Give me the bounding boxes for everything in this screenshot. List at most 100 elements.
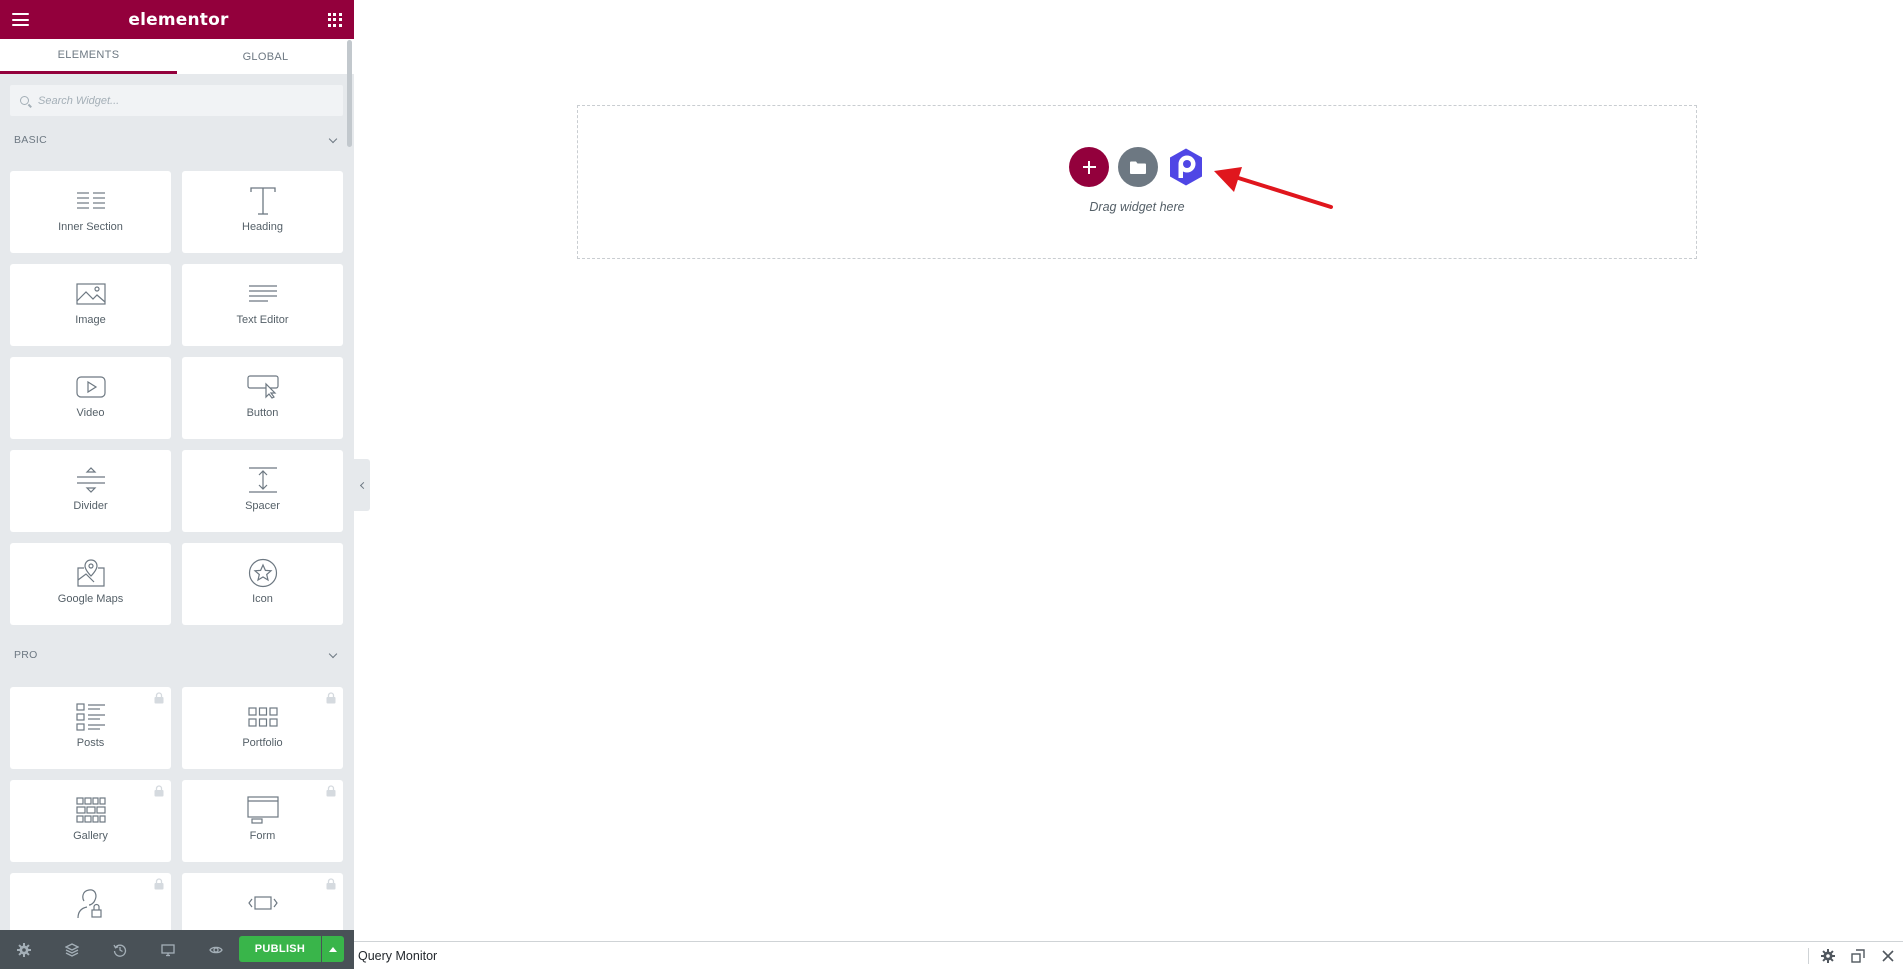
divider-icon (71, 463, 111, 497)
preview-button[interactable] (192, 930, 240, 969)
search-icon (20, 96, 29, 105)
widget-label: Heading (242, 221, 283, 233)
widget-spacer[interactable]: Spacer (182, 450, 343, 532)
query-monitor-close-button[interactable] (1873, 942, 1903, 969)
plugin-logo-icon (1170, 148, 1202, 186)
widget-text-editor[interactable]: Text Editor (182, 264, 343, 346)
menu-icon[interactable] (12, 13, 29, 26)
publish-options-button[interactable] (322, 936, 344, 962)
portfolio-icon (243, 700, 283, 734)
widget-label: Posts (76, 737, 105, 749)
lock-icon (326, 785, 336, 797)
elementor-logo: elementor (128, 9, 229, 30)
inner-section-icon (71, 184, 111, 218)
gear-icon (1821, 948, 1835, 963)
lock-icon (154, 692, 164, 704)
popout-icon (1851, 948, 1865, 963)
category-basic[interactable]: BASIC (14, 134, 340, 146)
drag-widget-hint: Drag widget here (1089, 200, 1185, 214)
lock-icon (326, 692, 336, 704)
responsive-mode-button[interactable] (144, 930, 192, 969)
widget-heading[interactable]: Heading (182, 171, 343, 253)
settings-button[interactable] (0, 930, 48, 969)
tab-elements[interactable]: ELEMENTS (0, 39, 177, 74)
divider (1808, 947, 1809, 964)
search-input[interactable] (38, 94, 328, 107)
button-icon (243, 370, 283, 404)
gallery-icon (71, 793, 111, 827)
category-title: BASIC (14, 134, 48, 146)
preview-icon (209, 946, 223, 953)
add-section-button[interactable] (1069, 147, 1109, 187)
widget-button[interactable]: Button (182, 357, 343, 439)
history-button[interactable] (96, 930, 144, 969)
widget-google-maps[interactable]: Google Maps (10, 543, 171, 625)
collapse-panel-handle[interactable] (354, 459, 370, 511)
widget-video[interactable]: Video (10, 357, 171, 439)
chevron-left-icon (359, 481, 367, 489)
category-pro[interactable]: PRO (14, 649, 340, 661)
navigator-button[interactable] (48, 930, 96, 969)
scrollbar-thumb[interactable] (347, 40, 352, 147)
add-template-button[interactable] (1118, 147, 1158, 187)
widget-posts[interactable]: Posts (10, 687, 171, 769)
lock-icon (154, 878, 164, 890)
widget-label: Google Maps (57, 593, 124, 605)
widget-icon[interactable]: Icon (182, 543, 343, 625)
widget-divider[interactable]: Divider (10, 450, 171, 532)
widgets-grid-icon[interactable] (327, 12, 342, 27)
video-icon (71, 370, 111, 404)
widget-label: Image (75, 314, 106, 326)
star-icon (243, 556, 283, 590)
category-title: PRO (14, 649, 38, 661)
posts-icon (71, 700, 111, 734)
panel-tabs: ELEMENTS GLOBAL (0, 39, 354, 74)
google-maps-icon (71, 556, 111, 590)
widget-gallery[interactable]: Gallery (10, 780, 171, 862)
query-monitor-title: Query Monitor (358, 948, 438, 963)
widget-portfolio[interactable]: Portfolio (182, 687, 343, 769)
widget-label: Portfolio (242, 737, 283, 749)
history-icon (113, 944, 127, 957)
folder-icon (1130, 161, 1146, 174)
widget-form[interactable]: Form (182, 780, 343, 862)
heading-icon (243, 184, 283, 218)
publish-button[interactable]: PUBLISH (239, 936, 321, 962)
text-editor-icon (243, 277, 283, 311)
lock-icon (326, 878, 336, 890)
slides-icon (243, 886, 283, 920)
form-icon (243, 793, 283, 827)
tab-global[interactable]: GLOBAL (177, 39, 354, 74)
widget-label: Icon (252, 593, 273, 605)
close-icon (1882, 949, 1894, 962)
navigator-icon (65, 942, 79, 957)
chevron-down-icon (328, 134, 338, 143)
responsive-mode-icon (161, 943, 175, 956)
widget-label: Form (249, 830, 276, 842)
plugin-library-button[interactable] (1166, 147, 1206, 187)
query-monitor-bar: Query Monitor (354, 941, 1903, 969)
query-monitor-settings-button[interactable] (1813, 942, 1843, 969)
widget-label: Divider (73, 500, 108, 512)
widget-image[interactable]: Image (10, 264, 171, 346)
search-box (10, 85, 343, 116)
widget-label: Spacer (245, 500, 280, 512)
widget-label: Gallery (73, 830, 108, 842)
widget-label: Inner Section (58, 221, 123, 233)
settings-icon (17, 942, 31, 957)
red-arrow-annotation (1214, 167, 1333, 209)
lock-icon (154, 785, 164, 797)
widget-label: Button (246, 407, 279, 419)
widget-label: Video (76, 407, 105, 419)
query-monitor-controls (1808, 942, 1903, 969)
panel-header: elementor (0, 0, 354, 39)
chevron-down-icon (328, 649, 338, 658)
spacer-icon (243, 463, 283, 497)
caret-up-icon (329, 946, 337, 952)
query-monitor-popout-button[interactable] (1843, 942, 1873, 969)
login-icon (71, 886, 111, 920)
elementor-panel: elementor ELEMENTS GLOBAL BASIC Inner Se… (0, 0, 354, 969)
image-icon (71, 277, 111, 311)
widget-inner-section[interactable]: Inner Section (10, 171, 171, 253)
scrollbar-track (347, 74, 354, 940)
